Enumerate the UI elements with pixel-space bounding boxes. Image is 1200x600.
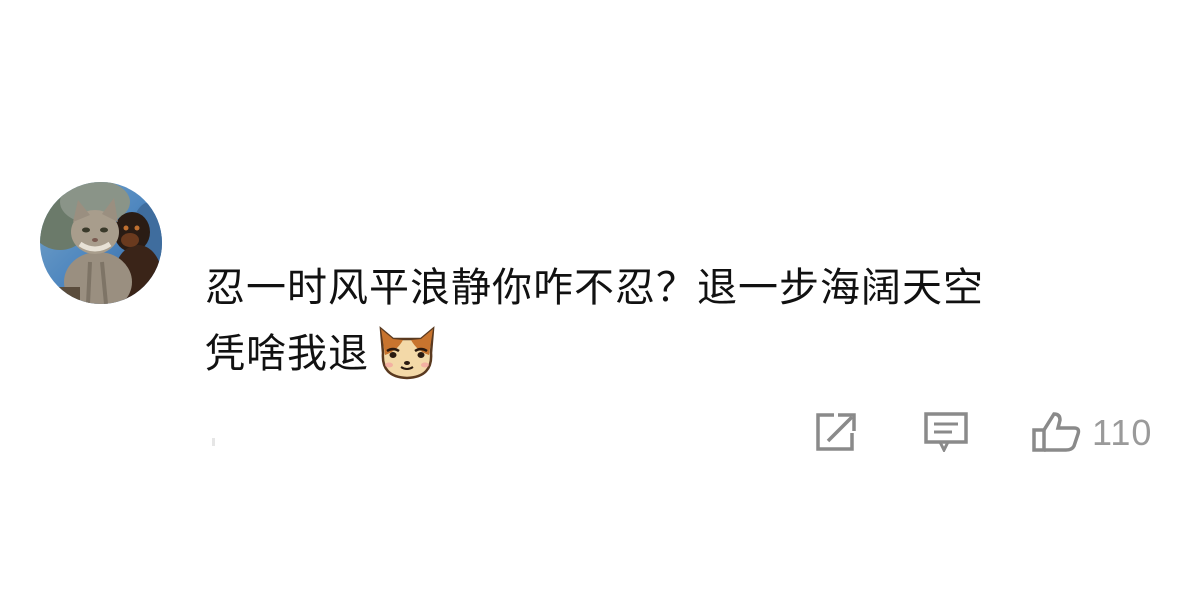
- like-count: 110: [1092, 412, 1153, 453]
- comment-line-1: 忍一时风平浪静你咋不忍？退一步海阔天空: [205, 265, 984, 311]
- like-button[interactable]: 110: [1030, 410, 1152, 456]
- share-button[interactable]: [812, 410, 858, 456]
- comment-line-2-text: 凭啥我退: [205, 331, 369, 377]
- comment-line-2: 凭啥我退: [205, 321, 1145, 387]
- thumbs-up-icon: [1030, 410, 1084, 456]
- avatar[interactable]: [40, 182, 162, 304]
- comment-text: 忍一时风平浪静你咋不忍？退一步海阔天空 凭啥我退: [205, 255, 1145, 387]
- reply-icon: [922, 410, 970, 456]
- avatar-image: [40, 182, 162, 304]
- share-icon: [812, 411, 858, 455]
- reply-button[interactable]: [922, 410, 970, 456]
- comment-card: 忍一时风平浪静你咋不忍？退一步海阔天空 凭啥我退 110: [0, 0, 1200, 600]
- cat-face-emoji: [375, 321, 439, 381]
- comment-actions: 110: [0, 410, 1200, 460]
